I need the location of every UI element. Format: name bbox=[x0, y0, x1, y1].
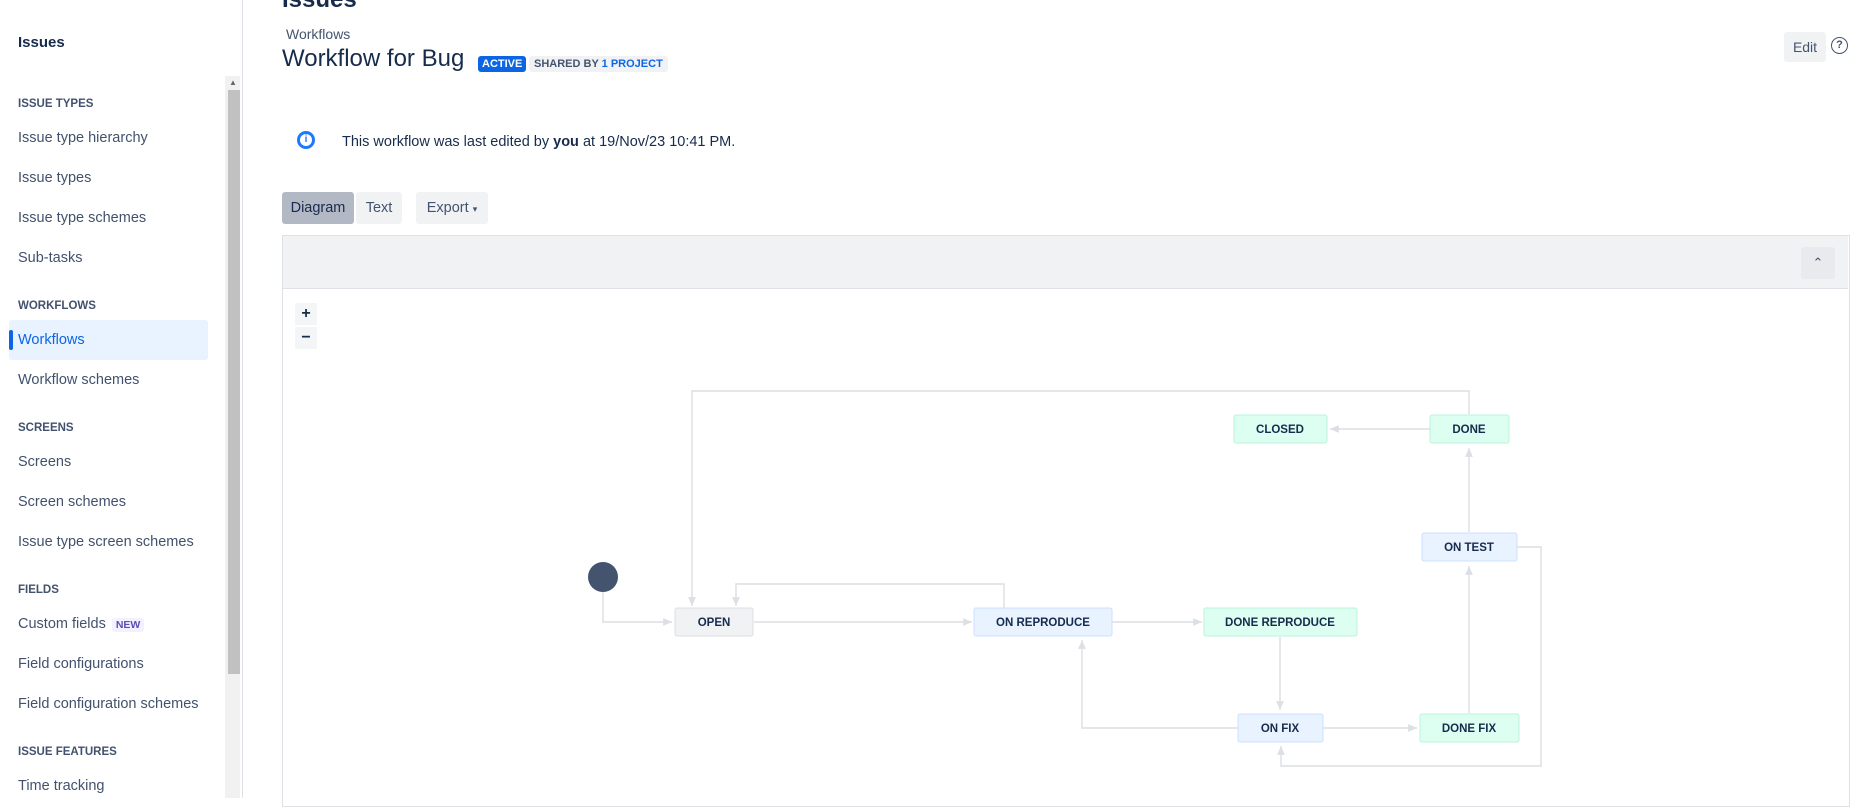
transition-reproduce-open[interactable] bbox=[732, 583, 1005, 608]
info-icon: i bbox=[297, 131, 315, 149]
node-open[interactable]: OPEN bbox=[674, 607, 754, 637]
node-label: ON REPRODUCE bbox=[996, 617, 1090, 629]
node-label: DONE FIX bbox=[1442, 723, 1497, 735]
node-label: DONE REPRODUCE bbox=[1225, 617, 1335, 629]
node-on-test[interactable]: ON TEST bbox=[1421, 532, 1518, 562]
transition-done-open[interactable] bbox=[688, 390, 1470, 606]
node-label: ON FIX bbox=[1261, 723, 1300, 735]
node-label: OPEN bbox=[698, 617, 731, 629]
node-done[interactable]: DONE bbox=[1429, 414, 1510, 444]
node-closed[interactable]: CLOSED bbox=[1233, 414, 1328, 444]
node-label: ON TEST bbox=[1444, 542, 1494, 554]
transition-lines bbox=[602, 390, 1542, 767]
node-on-fix[interactable]: ON FIX bbox=[1237, 713, 1324, 743]
node-on-reproduce[interactable]: ON REPRODUCE bbox=[973, 607, 1113, 637]
node-label: DONE bbox=[1452, 424, 1486, 436]
transition-fix-reproduce[interactable] bbox=[1078, 640, 1238, 729]
node-label: CLOSED bbox=[1256, 424, 1304, 436]
node-done-fix[interactable]: DONE FIX bbox=[1419, 713, 1520, 743]
start-node[interactable] bbox=[588, 562, 618, 592]
node-done-reproduce[interactable]: DONE REPRODUCE bbox=[1203, 607, 1358, 637]
workflow-diagram: OPEN ON REPRODUCE DONE REPRODUCE ON FIX … bbox=[588, 390, 1542, 767]
transition-start-open[interactable] bbox=[602, 590, 672, 626]
